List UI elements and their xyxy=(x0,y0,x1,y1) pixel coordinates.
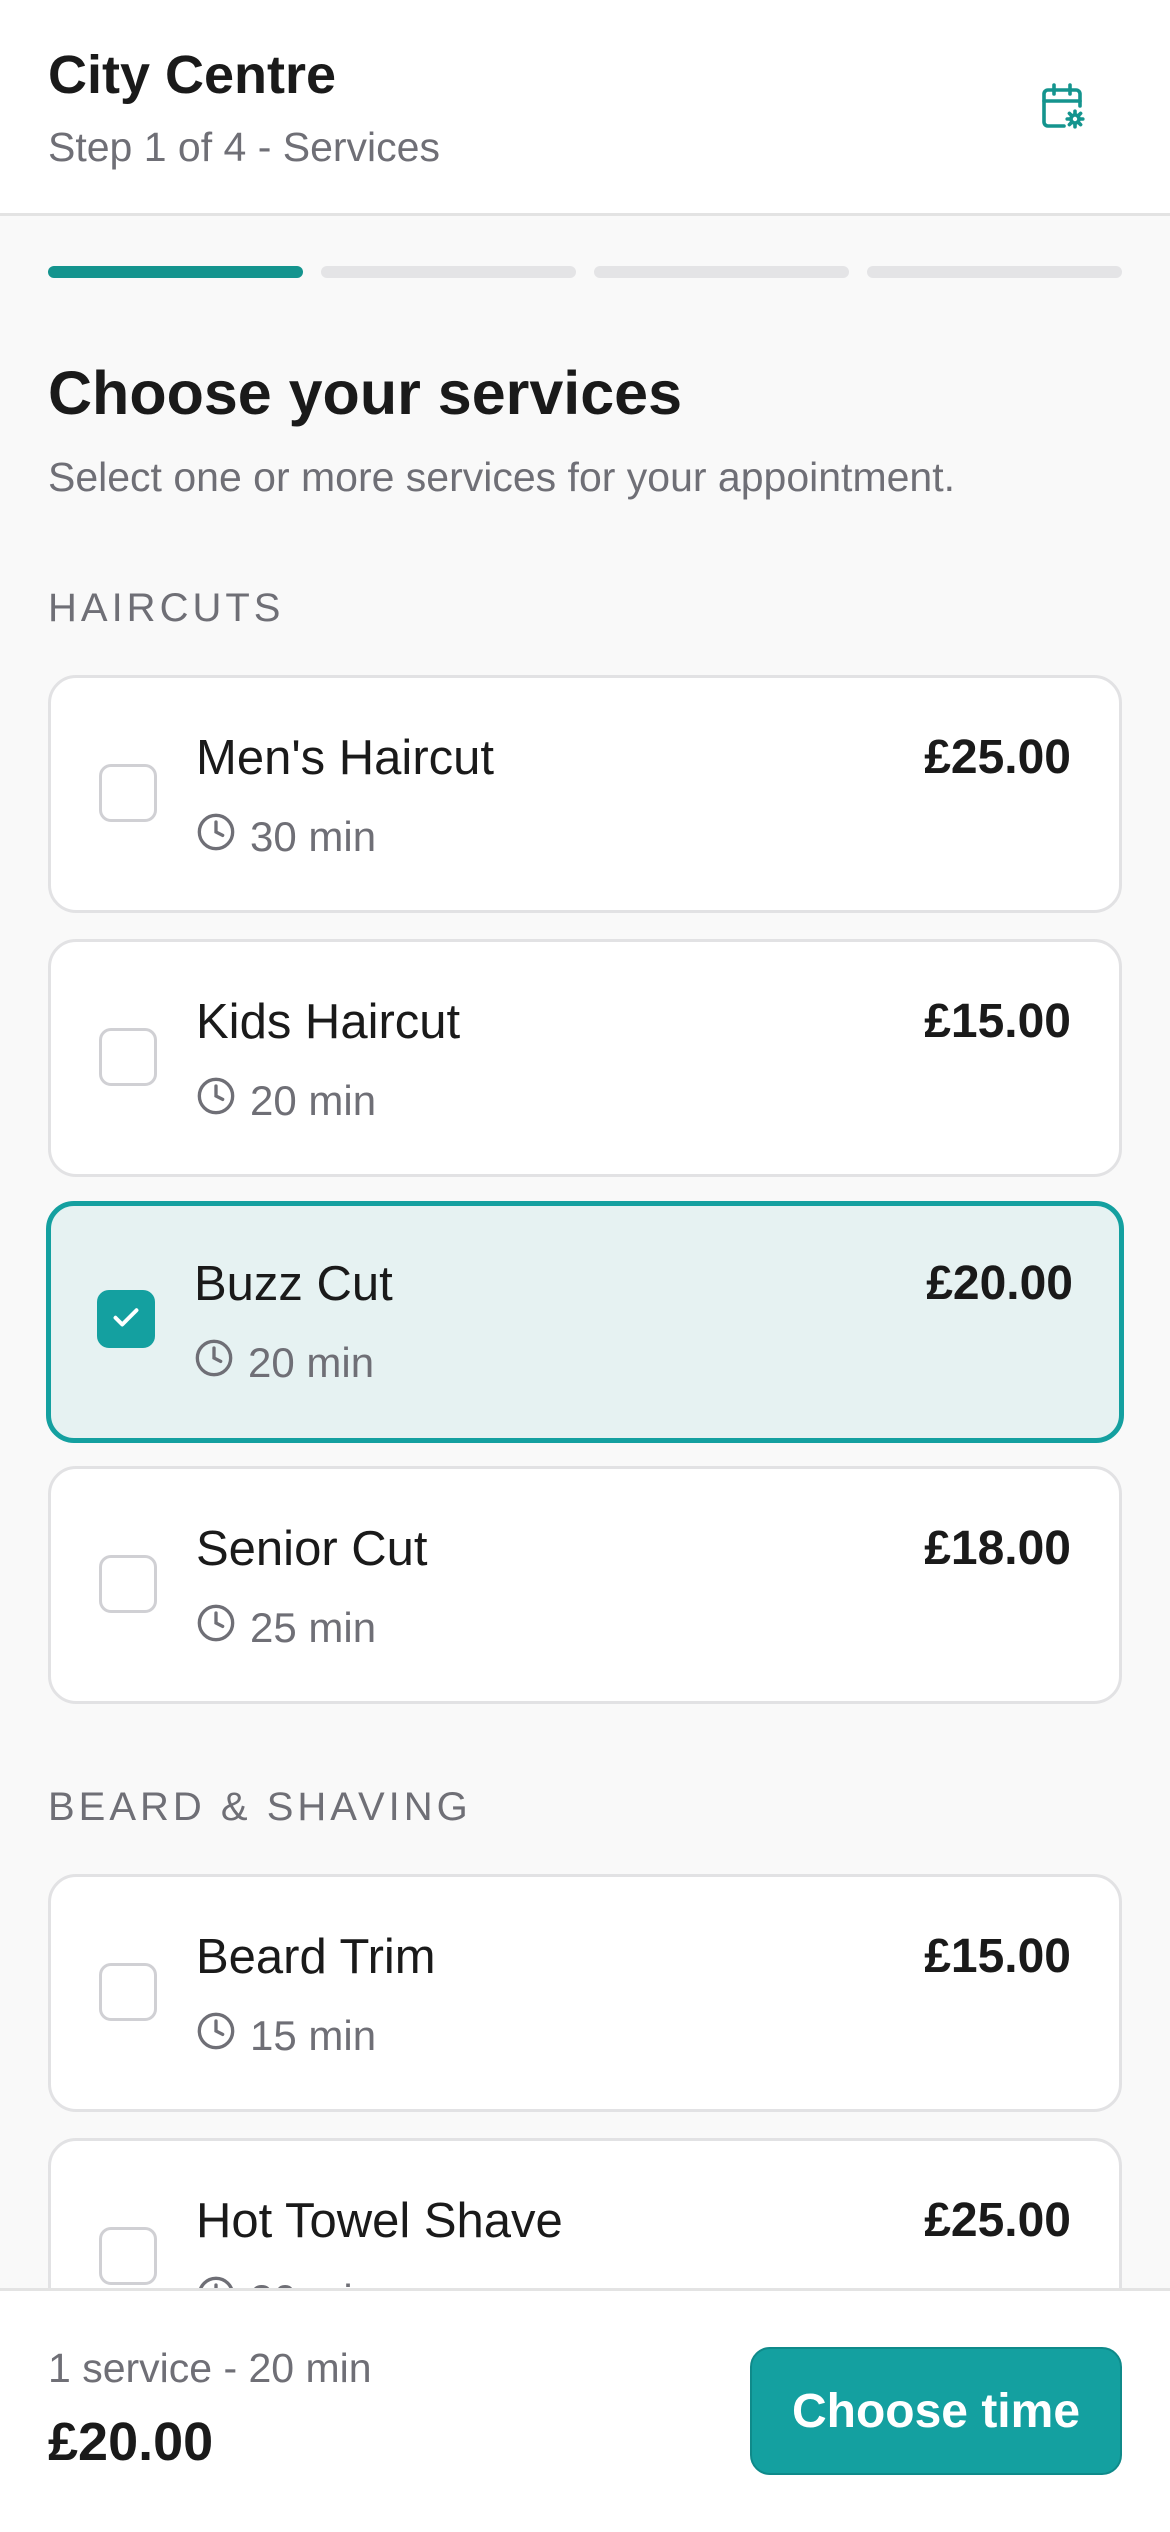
service-checkbox[interactable] xyxy=(99,1028,157,1086)
app-header: City Centre Step 1 of 4 - Services xyxy=(0,0,1170,216)
service-price: £18.00 xyxy=(924,1522,1071,1575)
service-duration-text: 15 min xyxy=(250,2012,377,2059)
service-price: £25.00 xyxy=(924,2194,1071,2247)
progress-segment-4 xyxy=(867,266,1122,278)
progress-segment-3 xyxy=(594,266,849,278)
selection-summary: 1 service - 20 min xyxy=(48,2345,372,2391)
service-card-buzz-cut[interactable]: Buzz Cut £20.00 20 min xyxy=(46,1201,1124,1443)
service-checkbox[interactable] xyxy=(99,2227,157,2285)
progress-segment-2 xyxy=(321,266,576,278)
service-price: £15.00 xyxy=(924,1930,1071,1983)
service-card-beard-trim[interactable]: Beard Trim £15.00 15 min xyxy=(48,1874,1122,2112)
service-card-mens-haircut[interactable]: Men's Haircut £25.00 30 min xyxy=(48,675,1122,913)
service-name: Hot Towel Shave xyxy=(196,2194,563,2248)
booking-page: City Centre Step 1 of 4 - Services Choos… xyxy=(0,0,1170,2532)
service-duration: 20 min xyxy=(194,1338,374,1388)
service-name: Buzz Cut xyxy=(194,1257,393,1311)
service-card-kids-haircut[interactable]: Kids Haircut £15.00 20 min xyxy=(48,939,1122,1177)
clock-icon xyxy=(196,812,236,862)
clock-icon xyxy=(196,1603,236,1653)
calendar-settings-button[interactable] xyxy=(1016,72,1108,144)
service-duration-text: 25 min xyxy=(250,1604,377,1651)
service-name: Beard Trim xyxy=(196,1930,436,1984)
step-indicator: Step 1 of 4 - Services xyxy=(48,124,440,170)
page-title: Choose your services xyxy=(48,359,683,427)
service-price: £25.00 xyxy=(924,731,1071,784)
calendar-settings-icon xyxy=(1038,80,1086,137)
service-duration: 15 min xyxy=(196,2011,376,2061)
section-label-haircuts: HAIRCUTS xyxy=(48,586,285,630)
clock-icon xyxy=(196,2011,236,2061)
service-name: Kids Haircut xyxy=(196,995,461,1049)
clock-icon xyxy=(196,1076,236,1126)
service-duration-text: 20 min xyxy=(248,1339,375,1386)
service-duration: 30 min xyxy=(196,812,376,862)
step-progress-bar xyxy=(48,266,1122,278)
service-duration-text: 30 min xyxy=(250,813,377,860)
service-checkbox[interactable] xyxy=(99,764,157,822)
choose-time-button[interactable]: Choose time xyxy=(750,2347,1122,2475)
location-title: City Centre xyxy=(48,45,337,105)
checkmark-icon xyxy=(108,1299,144,1340)
progress-segment-1 xyxy=(48,266,303,278)
service-checkbox[interactable] xyxy=(99,1555,157,1613)
section-label-beard-shaving: BEARD & SHAVING xyxy=(48,1785,472,1829)
service-name: Senior Cut xyxy=(196,1522,428,1576)
service-checkbox-checked[interactable] xyxy=(97,1290,155,1348)
service-checkbox[interactable] xyxy=(99,1963,157,2021)
service-card-senior-cut[interactable]: Senior Cut £18.00 25 min xyxy=(48,1466,1122,1704)
service-price: £15.00 xyxy=(924,995,1071,1048)
service-name: Men's Haircut xyxy=(196,731,494,785)
clock-icon xyxy=(194,1338,234,1388)
service-price: £20.00 xyxy=(926,1257,1073,1310)
booking-summary-bar: 1 service - 20 min £20.00 Choose time xyxy=(0,2288,1170,2532)
service-duration: 25 min xyxy=(196,1603,376,1653)
service-duration: 20 min xyxy=(196,1076,376,1126)
total-price: £20.00 xyxy=(48,2412,214,2472)
page-subtitle: Select one or more services for your app… xyxy=(48,454,955,500)
service-duration-text: 20 min xyxy=(250,1077,377,1124)
